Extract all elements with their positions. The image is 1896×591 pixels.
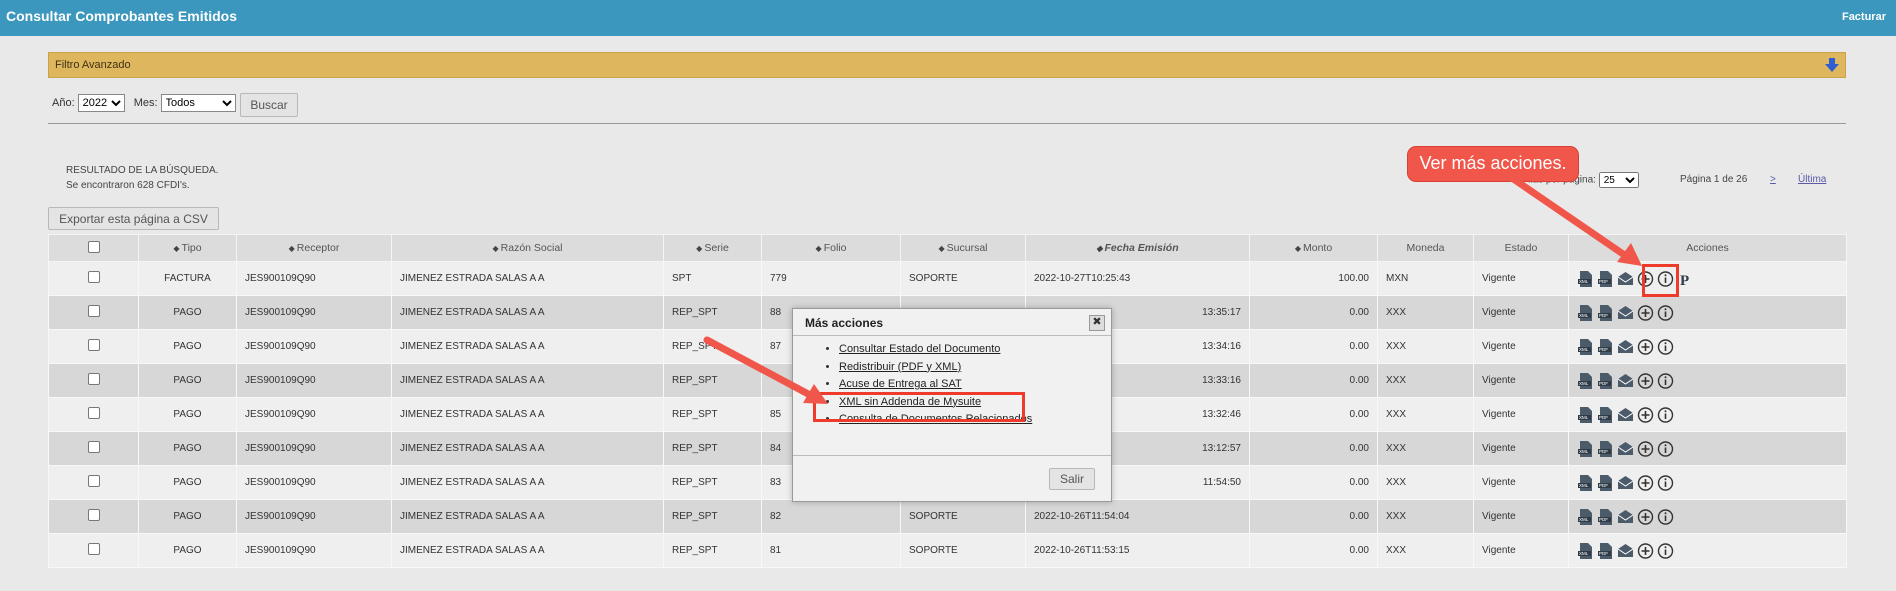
arrow-to-icon bbox=[1508, 174, 1630, 260]
arrow-to-option bbox=[703, 336, 816, 400]
annotation-arrows bbox=[703, 174, 1642, 404]
